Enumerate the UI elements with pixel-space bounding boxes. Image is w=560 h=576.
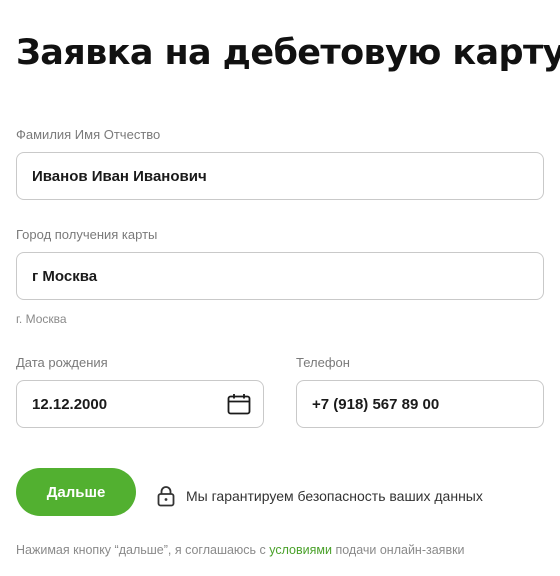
birth-date-input[interactable]: [32, 395, 227, 413]
next-button[interactable]: Дальше: [16, 468, 136, 516]
full-name-label: Фамилия Имя Отчество: [16, 127, 161, 142]
city-field-box[interactable]: [16, 252, 544, 300]
terms-link[interactable]: условиями: [269, 543, 332, 557]
birth-date-label: Дата рождения: [16, 355, 108, 370]
phone-input[interactable]: [312, 395, 531, 413]
city-label: Город получения карты: [16, 227, 158, 242]
full-name-field-box[interactable]: [16, 152, 544, 200]
page-title: Заявка на дебетовую карту: [16, 33, 560, 73]
card-application-form: Заявка на дебетовую карту Фамилия Имя От…: [16, 0, 560, 576]
consent-text-before: Нажимая кнопку “дальше”, я соглашаюсь с: [16, 543, 270, 557]
full-name-input[interactable]: [32, 167, 531, 185]
city-suggestion-hint[interactable]: г. Москва: [16, 312, 67, 326]
city-input[interactable]: [32, 267, 531, 285]
security-note: Мы гарантируем безопасность ваших данных: [156, 484, 483, 508]
phone-label: Телефон: [296, 355, 350, 370]
phone-field-box[interactable]: [296, 380, 544, 428]
calendar-icon[interactable]: [227, 393, 251, 415]
consent-text: Нажимая кнопку “дальше”, я соглашаюсь с …: [16, 543, 465, 557]
lock-icon: [156, 484, 176, 508]
security-text: Мы гарантируем безопасность ваших данных: [186, 488, 483, 504]
birth-date-field-box[interactable]: [16, 380, 264, 428]
consent-text-after: подачи онлайн-заявки: [331, 543, 465, 557]
